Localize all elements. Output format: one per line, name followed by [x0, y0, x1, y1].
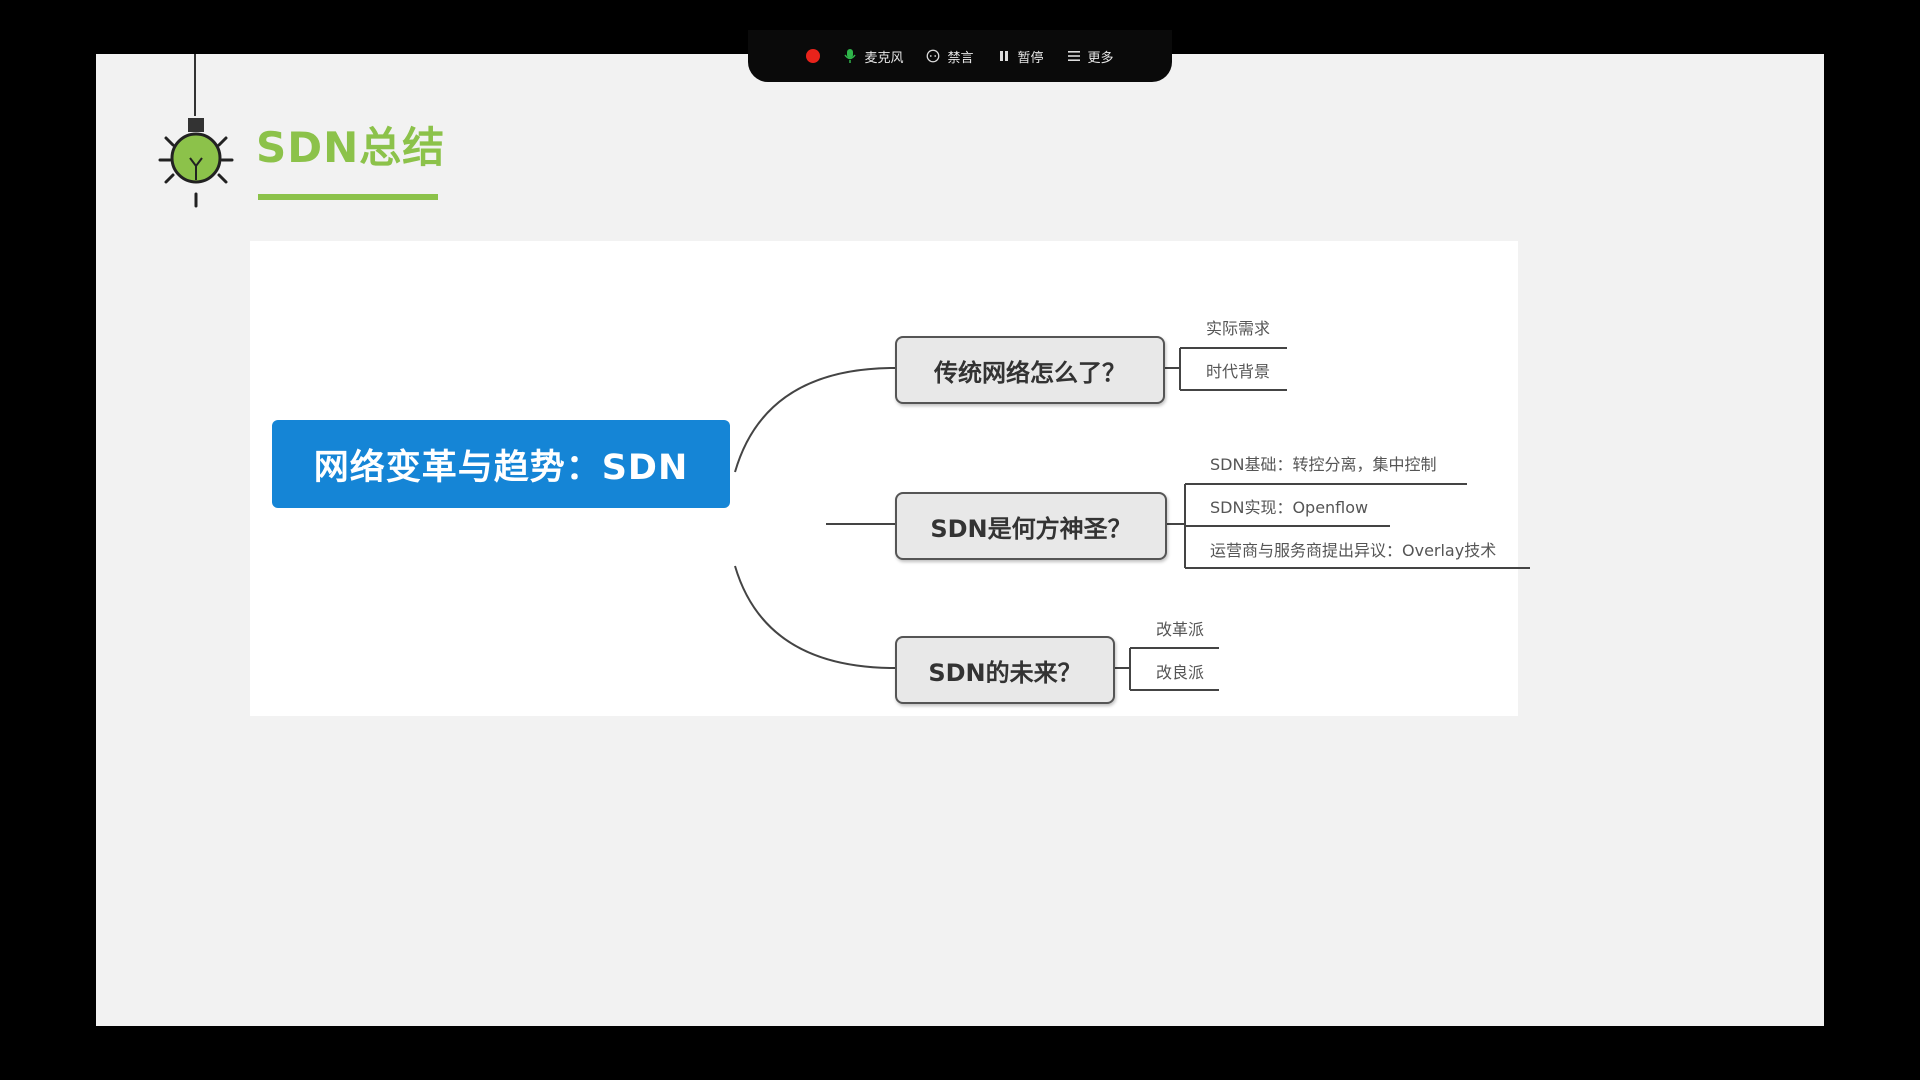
pause-button[interactable]: 暂停 — [996, 47, 1044, 66]
chat-mute-icon — [925, 48, 941, 64]
more-label: 更多 — [1087, 50, 1114, 66]
bulb-wire — [194, 54, 196, 116]
mute-all-button[interactable]: 禁言 — [925, 47, 974, 66]
slide-title: SDN总结 — [256, 123, 446, 172]
leaf-sdn-openflow[interactable]: SDN实现：Openflow — [1210, 498, 1368, 518]
leaf-era-background[interactable]: 时代背景 — [1206, 362, 1270, 382]
mindmap-root-node[interactable]: 网络变革与趋势：SDN — [272, 420, 730, 508]
pause-label: 暂停 — [1017, 50, 1044, 66]
microphone-icon — [842, 48, 858, 64]
leaf-overlay[interactable]: 运营商与服务商提出异议：Overlay技术 — [1210, 541, 1496, 561]
mic-button[interactable]: 麦克风 — [842, 47, 903, 66]
more-button[interactable]: 更多 — [1066, 47, 1114, 66]
meeting-toolbar: 麦克风 禁言 暂停 更多 — [748, 30, 1172, 82]
record-indicator-icon[interactable] — [806, 49, 821, 63]
leaf-actual-demand[interactable]: 实际需求 — [1206, 319, 1270, 339]
title-underline — [258, 194, 438, 200]
lightbulb-icon — [158, 118, 234, 208]
menu-icon — [1066, 48, 1082, 64]
branch-what-is-sdn[interactable]: SDN是何方神圣？ — [895, 492, 1167, 560]
branch-traditional-network[interactable]: 传统网络怎么了？ — [895, 336, 1165, 404]
leaf-reform-faction[interactable]: 改革派 — [1156, 620, 1204, 640]
mute-label: 禁言 — [947, 50, 974, 66]
pause-icon — [996, 48, 1012, 64]
mic-label: 麦克风 — [864, 50, 904, 66]
leaf-sdn-basics[interactable]: SDN基础：转控分离，集中控制 — [1210, 455, 1436, 475]
leaf-improvement-faction[interactable]: 改良派 — [1156, 663, 1204, 683]
branch-sdn-future[interactable]: SDN的未来？ — [895, 636, 1115, 704]
